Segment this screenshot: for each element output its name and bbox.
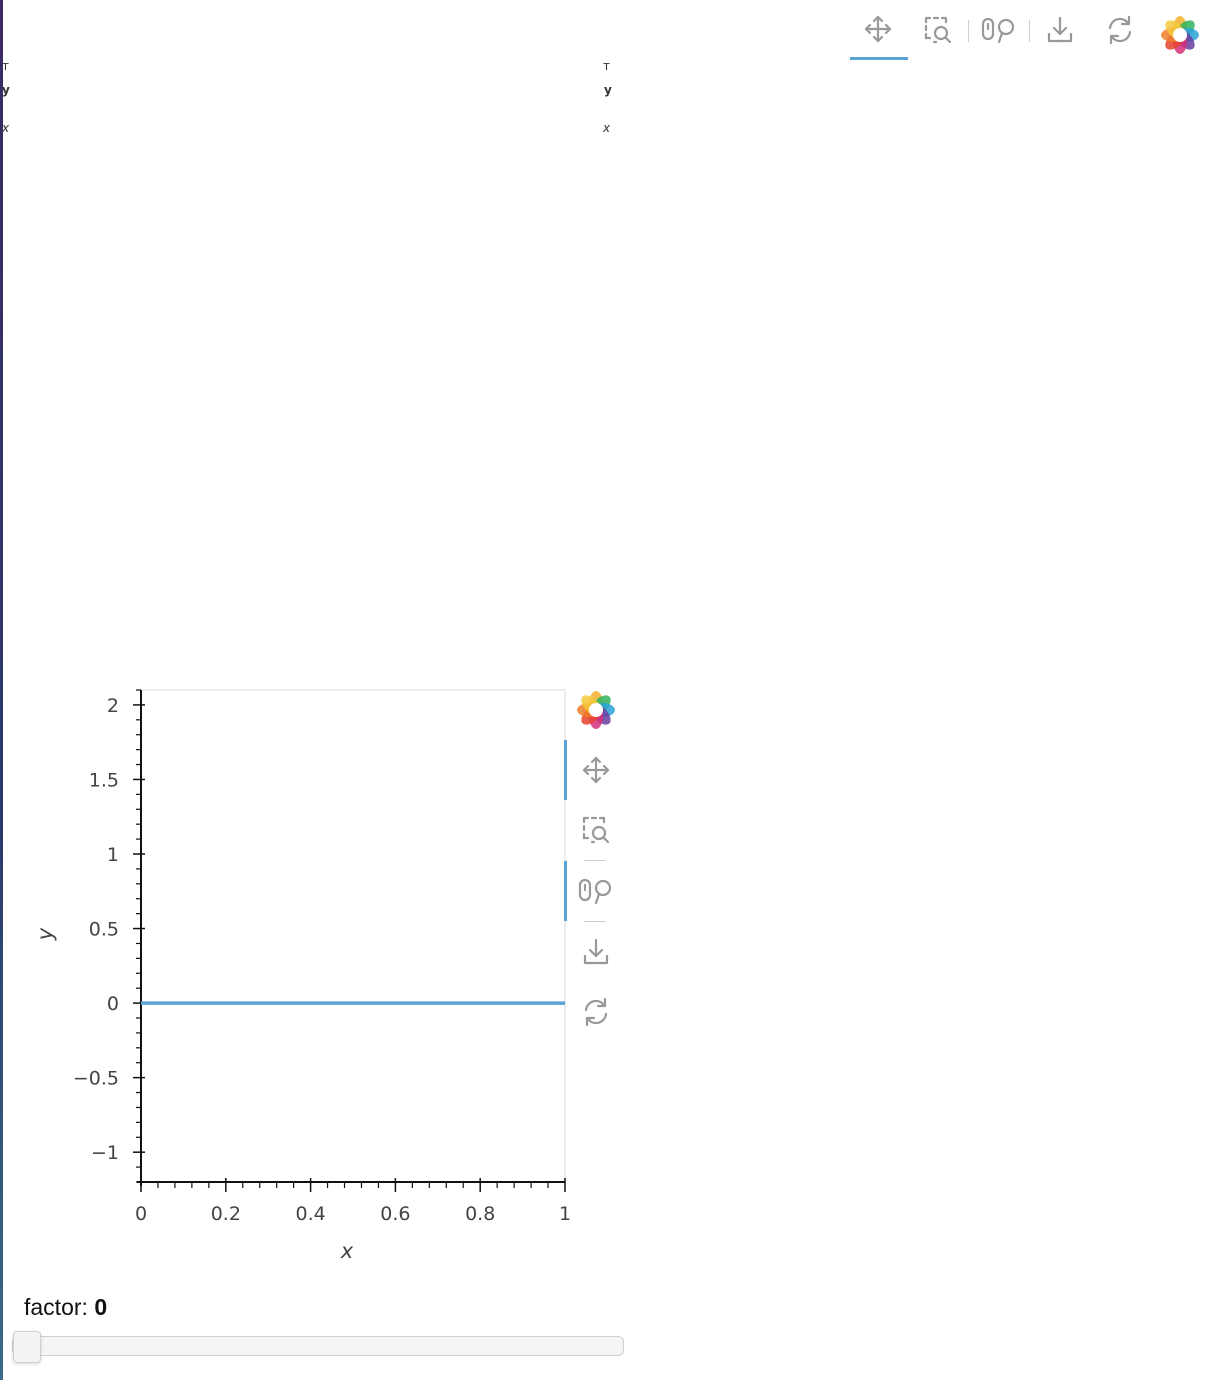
download-icon bbox=[1047, 16, 1073, 43]
top-reset-tool[interactable] bbox=[1090, 8, 1150, 60]
top-toolbar bbox=[848, 8, 1210, 60]
top-save-tool[interactable] bbox=[1030, 8, 1090, 60]
x-tick-label: 0.2 bbox=[211, 1203, 241, 1225]
plot-frame bbox=[140, 689, 566, 1183]
collapsed-plot-1-ylabel: y bbox=[2, 83, 10, 97]
wheel-zoom-icon bbox=[981, 17, 1015, 44]
y-tick-label: 1 bbox=[107, 844, 119, 866]
factor-slider-track[interactable] bbox=[12, 1331, 624, 1363]
pan-icon bbox=[582, 756, 610, 784]
y-tick-label: −1 bbox=[91, 1142, 119, 1164]
pan-icon bbox=[864, 15, 892, 43]
x-tick-label: 0 bbox=[135, 1203, 147, 1225]
top-box-zoom-tool[interactable] bbox=[908, 8, 968, 60]
plot-canvas[interactable]: 2 1.5 1 0.5 0 −0.5 −1 0 0.2 0.4 0.6 0.8 1 x y bbox=[0, 660, 640, 1280]
x-axis-label: x bbox=[340, 1239, 354, 1263]
y-tick-label: −0.5 bbox=[73, 1068, 119, 1090]
side-pan-tool[interactable] bbox=[564, 740, 628, 800]
x-tick-label: 0.6 bbox=[380, 1203, 410, 1225]
download-icon bbox=[583, 938, 609, 965]
side-reset-tool[interactable] bbox=[564, 982, 628, 1042]
top-pan-tool[interactable] bbox=[848, 8, 908, 60]
y-tick-label: 0.5 bbox=[89, 919, 119, 941]
collapsed-plot-1-xlabel: x bbox=[2, 121, 10, 135]
side-wheel-zoom-tool[interactable] bbox=[564, 861, 628, 921]
collapsed-plot-2-xlabel: x bbox=[603, 121, 611, 135]
side-bokeh-logo[interactable] bbox=[564, 688, 628, 732]
box-zoom-icon bbox=[582, 816, 610, 844]
slider-value: 0 bbox=[94, 1294, 108, 1320]
collapsed-plot-1-tick: ᴛ bbox=[2, 59, 9, 73]
slider-label-text: factor: bbox=[24, 1294, 95, 1320]
y-tick-label: 1.5 bbox=[89, 769, 119, 791]
top-wheel-zoom-tool[interactable] bbox=[969, 8, 1029, 60]
bokeh-logo-icon bbox=[577, 691, 615, 729]
factor-slider-handle[interactable] bbox=[13, 1331, 41, 1363]
slider-label: factor: 0 bbox=[24, 1294, 107, 1321]
line-plot[interactable]: 2 1.5 1 0.5 0 −0.5 −1 0 0.2 0.4 0.6 0.8 1 x y bbox=[0, 660, 640, 1280]
reset-icon bbox=[584, 997, 608, 1027]
box-zoom-icon bbox=[924, 16, 952, 44]
y-tick-label: 2 bbox=[107, 695, 119, 717]
side-box-zoom-tool[interactable] bbox=[564, 800, 628, 860]
side-save-tool[interactable] bbox=[564, 922, 628, 982]
collapsed-plot-2-tick: ᴛ bbox=[603, 59, 610, 73]
bokeh-logo-icon bbox=[1161, 16, 1199, 54]
x-tick-label: 1 bbox=[559, 1203, 571, 1225]
reset-icon bbox=[1108, 15, 1132, 45]
top-bokeh-logo[interactable] bbox=[1150, 8, 1210, 60]
x-tick-label: 0.8 bbox=[465, 1203, 495, 1225]
collapsed-plot-2-ylabel: y bbox=[604, 83, 612, 97]
wheel-zoom-icon bbox=[578, 878, 612, 905]
x-tick-label: 0.4 bbox=[295, 1203, 325, 1225]
y-axis-label: y bbox=[33, 927, 57, 941]
side-toolbar bbox=[564, 688, 628, 1042]
y-tick-label: 0 bbox=[107, 993, 119, 1015]
